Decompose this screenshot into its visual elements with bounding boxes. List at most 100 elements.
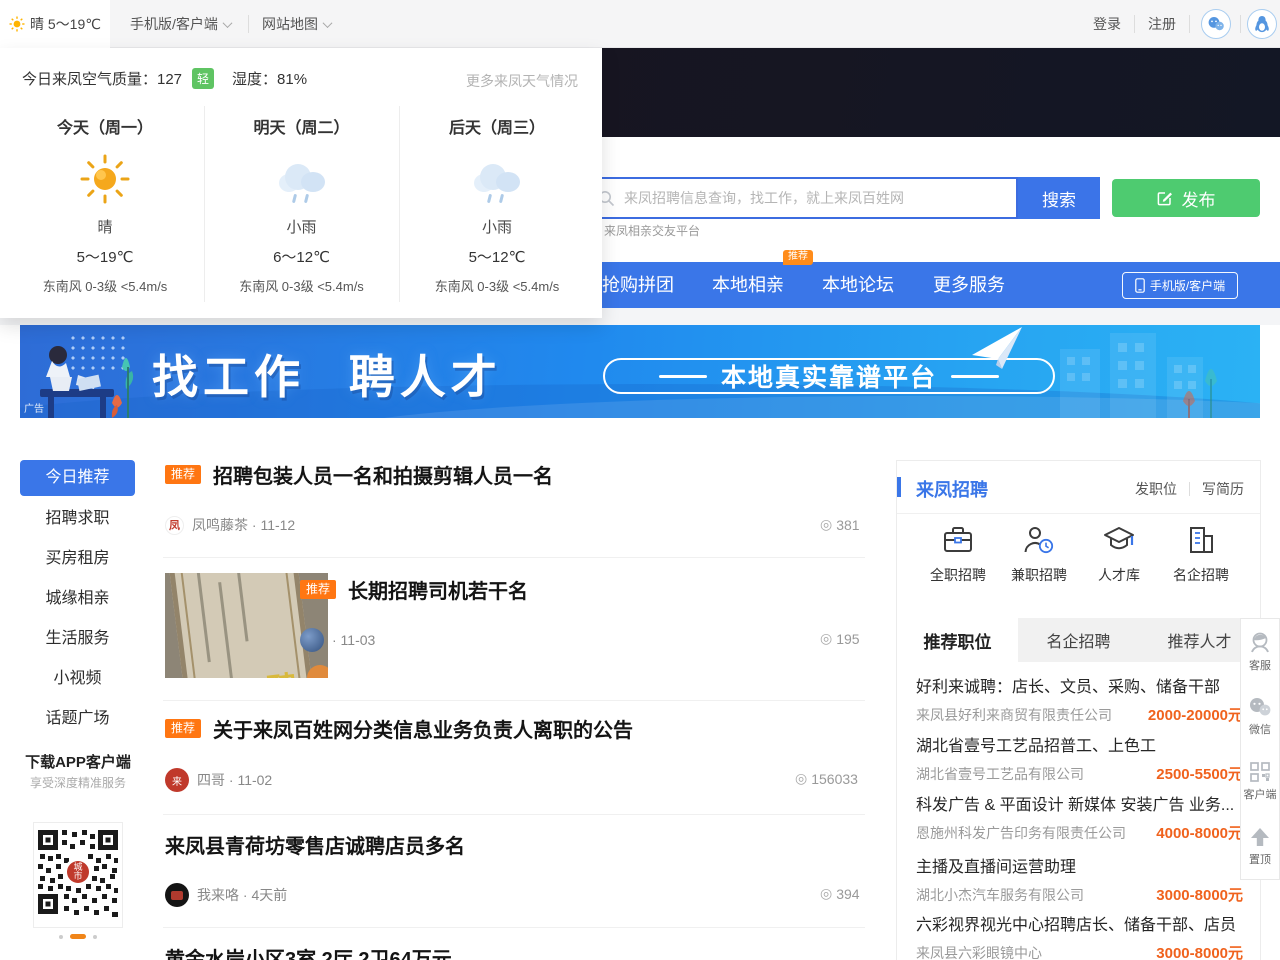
job-item[interactable]: 湖北省壹号工艺品招普工、上色工 湖北省壹号工艺品有限公司 2500-5500元	[916, 732, 1243, 784]
divider	[163, 700, 865, 701]
sidebar-item-jobs[interactable]: 招聘求职	[20, 501, 135, 537]
job-item[interactable]: 六彩视界视光中心招聘店长、储备干部、店员 来凤县六彩眼镜中心 3000-8000…	[916, 911, 1243, 960]
nav-item-group-buy[interactable]: 抢购拼团	[602, 262, 674, 308]
feed-item-meta: · 11-03	[300, 628, 375, 652]
more-weather-link[interactable]: 更多来凤天气情况	[466, 71, 578, 91]
panel-accent-bar	[897, 477, 901, 497]
sidebar-item-today[interactable]: 今日推荐	[20, 460, 135, 496]
topbar-mobile-menu[interactable]: 手机版/客户端	[130, 0, 231, 48]
nav-mobile-app-button[interactable]: 手机版/客户端	[1122, 272, 1238, 299]
nav-item-more-services[interactable]: 更多服务	[933, 262, 1005, 308]
wechat-contact-button[interactable]: 微信	[1241, 684, 1279, 749]
recommend-badge: 推荐	[300, 580, 336, 599]
write-resume-link[interactable]: 写简历	[1202, 479, 1244, 499]
search-button[interactable]: 搜索	[1018, 177, 1100, 219]
feed-item-meta-text: · 11-03	[332, 632, 375, 648]
feed-item-title[interactable]: 黄金水岸小区3室 2厅 2卫64万元	[165, 943, 452, 960]
sidebar-item-topics[interactable]: 话题广场	[20, 701, 135, 737]
sidebar-item-life[interactable]: 生活服务	[20, 621, 135, 657]
avatar	[300, 628, 324, 652]
sidebar-item-dating[interactable]: 城缘相亲	[20, 581, 135, 617]
job-title: 科发广告 & 平面设计 新媒体 安装广告 业务...	[916, 791, 1243, 815]
nav-item-local-dating[interactable]: 本地相亲	[712, 262, 784, 308]
dot-active[interactable]	[70, 934, 86, 939]
views-value: 381	[836, 517, 859, 533]
tab-top-companies[interactable]: 名企招聘	[1018, 618, 1139, 662]
job-item[interactable]: 主播及直播间运营助理 湖北小杰汽车服务有限公司 3000-8000元	[916, 853, 1243, 905]
briefcase-icon	[942, 525, 974, 555]
quick-link-fulltime[interactable]: 全职招聘	[918, 525, 998, 585]
jobs-panel-title: 来凤招聘	[916, 476, 988, 502]
phone-icon	[1135, 278, 1145, 293]
quick-link-parttime[interactable]: 兼职招聘	[999, 525, 1079, 585]
app-client-button[interactable]: 客户端	[1241, 749, 1279, 814]
separator	[248, 15, 249, 33]
feed-item-title[interactable]: 推荐 招聘包装人员一名和拍摄剪辑人员一名	[165, 460, 553, 489]
topbar-weather[interactable]: 晴 5～19℃	[0, 0, 110, 48]
nav-item-local-forum[interactable]: 本地论坛	[822, 262, 894, 308]
login-link[interactable]: 登录	[1093, 0, 1121, 48]
register-link[interactable]: 注册	[1148, 0, 1176, 48]
person-clock-icon	[1023, 525, 1055, 555]
views-icon: ◎	[795, 770, 807, 787]
job-item[interactable]: 科发广告 & 平面设计 新媒体 安装广告 业务... 恩施州科发广告印务有限责任…	[916, 791, 1243, 843]
back-to-top-button[interactable]: 置顶	[1241, 814, 1279, 879]
quick-link-talent-pool[interactable]: 人才库	[1079, 525, 1159, 585]
chevron-down-icon	[323, 18, 333, 28]
feed-item-title-text: 关于来凤百姓网分类信息业务负责人离职的公告	[213, 714, 633, 743]
quick-link-top-companies[interactable]: 名企招聘	[1161, 525, 1241, 585]
carousel-dots[interactable]	[33, 934, 123, 939]
rain-cloud-icon	[279, 164, 325, 194]
job-title: 主播及直播间运营助理	[916, 853, 1243, 877]
avatar: 来	[165, 768, 189, 792]
divider	[163, 557, 865, 558]
feed-item-title[interactable]: 来凤县青荷坊零售店诚聘店员多名	[165, 830, 465, 859]
feed-item-title[interactable]: 推荐 长期招聘司机若干名	[300, 575, 528, 604]
publish-button-label: 发布	[1182, 186, 1216, 211]
views-value: 156033	[811, 771, 858, 787]
app-qr-code: 城 市	[33, 822, 123, 928]
separator	[1240, 15, 1241, 33]
dot[interactable]	[59, 935, 63, 939]
dot[interactable]	[93, 935, 97, 939]
feed-item-title[interactable]: 推荐 关于来凤百姓网分类信息业务负责人离职的公告	[165, 714, 633, 743]
app-download-subtitle: 享受深度精准服务	[8, 774, 148, 791]
views-icon: ◎	[820, 885, 832, 902]
weather-temperature: 5～12℃	[469, 246, 526, 267]
topbar-sitemap-label: 网站地图	[262, 14, 318, 34]
topbar-sitemap-menu[interactable]: 网站地图	[262, 0, 331, 48]
weather-day-tomorrow: 明天（周二） 小雨 6～12℃ 东南风 0-3级 <5.4m/s	[204, 106, 398, 302]
weather-popup: 今日来凤空气质量：127 轻 湿度：81% 更多来凤天气情况 今天（周一）	[0, 48, 602, 318]
weather-day-after-tomorrow: 后天（周三） 小雨 5～12℃ 东南风 0-3级 <5.4m/s	[399, 106, 594, 302]
separator	[1134, 15, 1135, 33]
quick-link-label: 全职招聘	[918, 565, 998, 585]
sidebar-item-housing[interactable]: 买房租房	[20, 541, 135, 577]
aqi-level-badge: 轻	[192, 68, 214, 89]
post-job-link[interactable]: 发职位	[1135, 479, 1177, 499]
search-button-label: 搜索	[1042, 186, 1076, 211]
wechat-icon	[1207, 16, 1225, 32]
job-item[interactable]: 好利来诚聘：店长、文员、采购、储备干部 来凤县好利来商贸有限责任公司 2000-…	[916, 673, 1243, 725]
publish-button[interactable]: 发布	[1112, 179, 1260, 217]
search-input[interactable]	[588, 177, 1018, 219]
separator	[1189, 15, 1190, 33]
tab-recommended-jobs[interactable]: 推荐职位	[897, 618, 1018, 662]
nav-mobile-app-label: 手机版/客户端	[1150, 277, 1225, 294]
weather-day-title: 今天（周一）	[57, 114, 153, 138]
view-count: ◎ 195	[820, 630, 860, 647]
ad-banner[interactable]: 找工作 聘人才 本地真实靠谱平台	[20, 325, 1260, 418]
feed-item-meta-text: 四哥 · 11-02	[197, 770, 272, 790]
wechat-login-button[interactable]	[1201, 9, 1231, 39]
weather-condition: 小雨	[286, 216, 316, 237]
sidebar-item-video[interactable]: 小视频	[20, 661, 135, 697]
job-company: 来凤县六彩眼镜中心	[916, 943, 1042, 960]
view-count: ◎ 381	[820, 516, 860, 533]
views-icon: ◎	[820, 630, 832, 647]
quick-link-label: 名企招聘	[1161, 565, 1241, 585]
weather-condition: 小雨	[482, 216, 512, 237]
qq-login-button[interactable]	[1247, 9, 1277, 39]
customer-service-button[interactable]: 客服	[1241, 619, 1279, 684]
views-value: 195	[836, 631, 859, 647]
weather-day-title: 后天（周三）	[449, 114, 545, 138]
hot-search-text[interactable]: 来凤相亲交友平台	[604, 222, 700, 239]
